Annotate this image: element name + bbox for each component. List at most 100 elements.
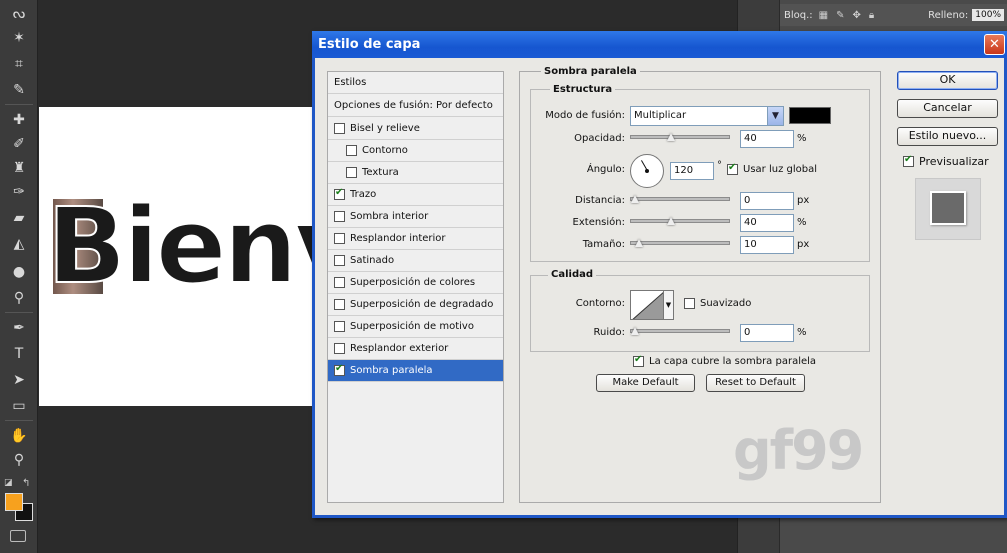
antialiased-checkbox[interactable] <box>684 298 695 309</box>
spread-slider[interactable] <box>630 219 730 223</box>
lock-label: Bloq.: <box>784 9 813 21</box>
knockout-checkbox[interactable] <box>633 354 644 367</box>
angle-dial[interactable] <box>630 154 664 188</box>
document-canvas[interactable]: Bienv <box>39 107 314 406</box>
style-item[interactable]: Textura <box>328 162 503 184</box>
dodge-tool-icon[interactable]: ⚲ <box>7 288 31 308</box>
preview-checkbox[interactable] <box>903 154 914 167</box>
style-item-checkbox[interactable] <box>334 321 345 332</box>
noise-slider[interactable] <box>630 329 730 333</box>
quick-mask-icon[interactable] <box>10 530 26 542</box>
type-tool-icon[interactable]: T <box>7 344 31 364</box>
cancel-button[interactable]: Cancelar <box>897 99 998 118</box>
crop-tool-icon[interactable]: ⌗ <box>7 54 31 74</box>
zoom-tool-icon[interactable]: ⚲ <box>7 450 31 470</box>
style-item[interactable]: Superposición de motivo <box>328 316 503 338</box>
lock-position-icon[interactable]: ✥ <box>853 10 861 21</box>
spread-label: Extensión: <box>572 217 625 228</box>
preview-checkbox-row[interactable]: Previsualizar <box>903 154 989 168</box>
style-item[interactable]: Satinado <box>328 250 503 272</box>
hand-tool-icon[interactable]: ✋ <box>7 426 31 446</box>
style-item[interactable]: Contorno <box>328 140 503 162</box>
chevron-down-icon[interactable]: ▼ <box>767 107 783 125</box>
style-item-checkbox[interactable] <box>334 277 345 288</box>
blending-options-item[interactable]: Opciones de fusión: Por defecto <box>328 95 503 117</box>
style-item-checkbox[interactable] <box>334 363 345 376</box>
style-item-checkbox[interactable] <box>334 343 345 354</box>
distance-slider-thumb[interactable] <box>631 195 640 204</box>
style-item-label: Sombra interior <box>350 211 429 222</box>
paint-bucket-tool-icon[interactable]: ◭ <box>7 234 31 254</box>
pen-tool-icon[interactable]: ✒ <box>7 318 31 338</box>
style-item-checkbox[interactable] <box>346 167 357 178</box>
styles-header[interactable]: Estilos <box>328 72 503 94</box>
spread-slider-thumb[interactable] <box>667 217 676 226</box>
style-item-checkbox[interactable] <box>334 255 345 266</box>
style-item-checkbox[interactable] <box>346 145 357 156</box>
contour-dropdown-arrow-icon[interactable]: ▼ <box>664 290 674 320</box>
brush-tool-icon[interactable]: ✐ <box>7 134 31 154</box>
lasso-tool-icon[interactable]: ᔓ <box>7 4 31 24</box>
noise-slider-thumb[interactable] <box>631 327 640 336</box>
style-item-checkbox[interactable] <box>334 211 345 222</box>
global-light-checkbox-row[interactable]: Usar luz global <box>727 162 817 175</box>
fill-label: Relleno: <box>928 9 969 21</box>
style-item[interactable]: Superposición de colores <box>328 272 503 294</box>
distance-input[interactable]: 0 <box>740 192 794 210</box>
swap-colors-icon[interactable]: ↰ <box>22 478 30 489</box>
style-item-checkbox[interactable] <box>334 233 345 244</box>
style-item-label: Satinado <box>350 255 395 266</box>
make-default-button[interactable]: Make Default <box>596 374 695 392</box>
noise-input[interactable]: 0 <box>740 324 794 342</box>
size-input[interactable]: 10 <box>740 236 794 254</box>
blur-tool-icon[interactable]: ● <box>7 262 31 282</box>
shadow-color-swatch[interactable] <box>789 107 831 124</box>
lock-all-icon[interactable]: 🔒︎ <box>869 10 874 21</box>
history-brush-tool-icon[interactable]: ✑ <box>7 182 31 202</box>
dialog-title-bar[interactable]: Estilo de capa ✕ <box>312 31 1007 58</box>
style-item[interactable]: Bisel y relieve <box>328 118 503 140</box>
angle-input[interactable]: 120 <box>670 162 714 180</box>
global-light-checkbox[interactable] <box>727 162 738 175</box>
style-item[interactable]: Superposición de degradado <box>328 294 503 316</box>
style-item[interactable]: Resplandor interior <box>328 228 503 250</box>
size-unit: px <box>797 239 810 250</box>
reset-to-default-button[interactable]: Reset to Default <box>706 374 805 392</box>
document-text-layer: Bienv <box>46 184 314 308</box>
style-item[interactable]: Sombra interior <box>328 206 503 228</box>
contour-preview[interactable] <box>630 290 664 320</box>
opacity-slider[interactable] <box>630 135 730 139</box>
spread-input[interactable]: 40 <box>740 214 794 232</box>
new-style-button[interactable]: Estilo nuevo... <box>897 127 998 146</box>
lock-image-pixels-icon[interactable]: ✎ <box>836 10 844 21</box>
rectangle-tool-icon[interactable]: ▭ <box>7 396 31 416</box>
fill-value-field[interactable]: 100% <box>972 9 1004 21</box>
style-item-checkbox[interactable] <box>334 123 345 134</box>
style-item[interactable]: Sombra paralela <box>328 360 503 382</box>
close-button[interactable]: ✕ <box>984 34 1005 55</box>
default-colors-icon[interactable]: ◪ <box>4 478 13 488</box>
antialiased-checkbox-row[interactable]: Suavizado <box>684 298 751 309</box>
size-slider[interactable] <box>630 241 730 245</box>
lock-transparent-pixels-icon[interactable]: ▦ <box>819 10 828 21</box>
ok-button[interactable]: OK <box>897 71 998 90</box>
eyedropper-tool-icon[interactable]: ✎ <box>7 80 31 100</box>
layer-style-dialog: Estilo de capa ✕ Estilos Opciones de fus… <box>312 31 1007 518</box>
eraser-tool-icon[interactable]: ▰ <box>7 208 31 228</box>
style-item-checkbox[interactable] <box>334 299 345 310</box>
blend-mode-select[interactable]: Multiplicar ▼ <box>630 106 784 126</box>
style-item-checkbox[interactable] <box>334 187 345 200</box>
watermark: gf99 <box>733 419 864 482</box>
magic-wand-tool-icon[interactable]: ✶ <box>7 28 31 48</box>
path-selection-tool-icon[interactable]: ➤ <box>7 370 31 390</box>
clone-stamp-tool-icon[interactable]: ♜ <box>7 158 31 178</box>
style-item[interactable]: Trazo <box>328 184 503 206</box>
style-item[interactable]: Resplandor exterior <box>328 338 503 360</box>
foreground-color-swatch[interactable] <box>5 493 23 511</box>
knockout-checkbox-row[interactable]: La capa cubre la sombra paralela <box>633 354 816 367</box>
healing-brush-tool-icon[interactable]: ✚ <box>7 110 31 130</box>
size-slider-thumb[interactable] <box>635 239 644 248</box>
distance-slider[interactable] <box>630 197 730 201</box>
opacity-input[interactable]: 40 <box>740 130 794 148</box>
opacity-slider-thumb[interactable] <box>667 133 676 142</box>
